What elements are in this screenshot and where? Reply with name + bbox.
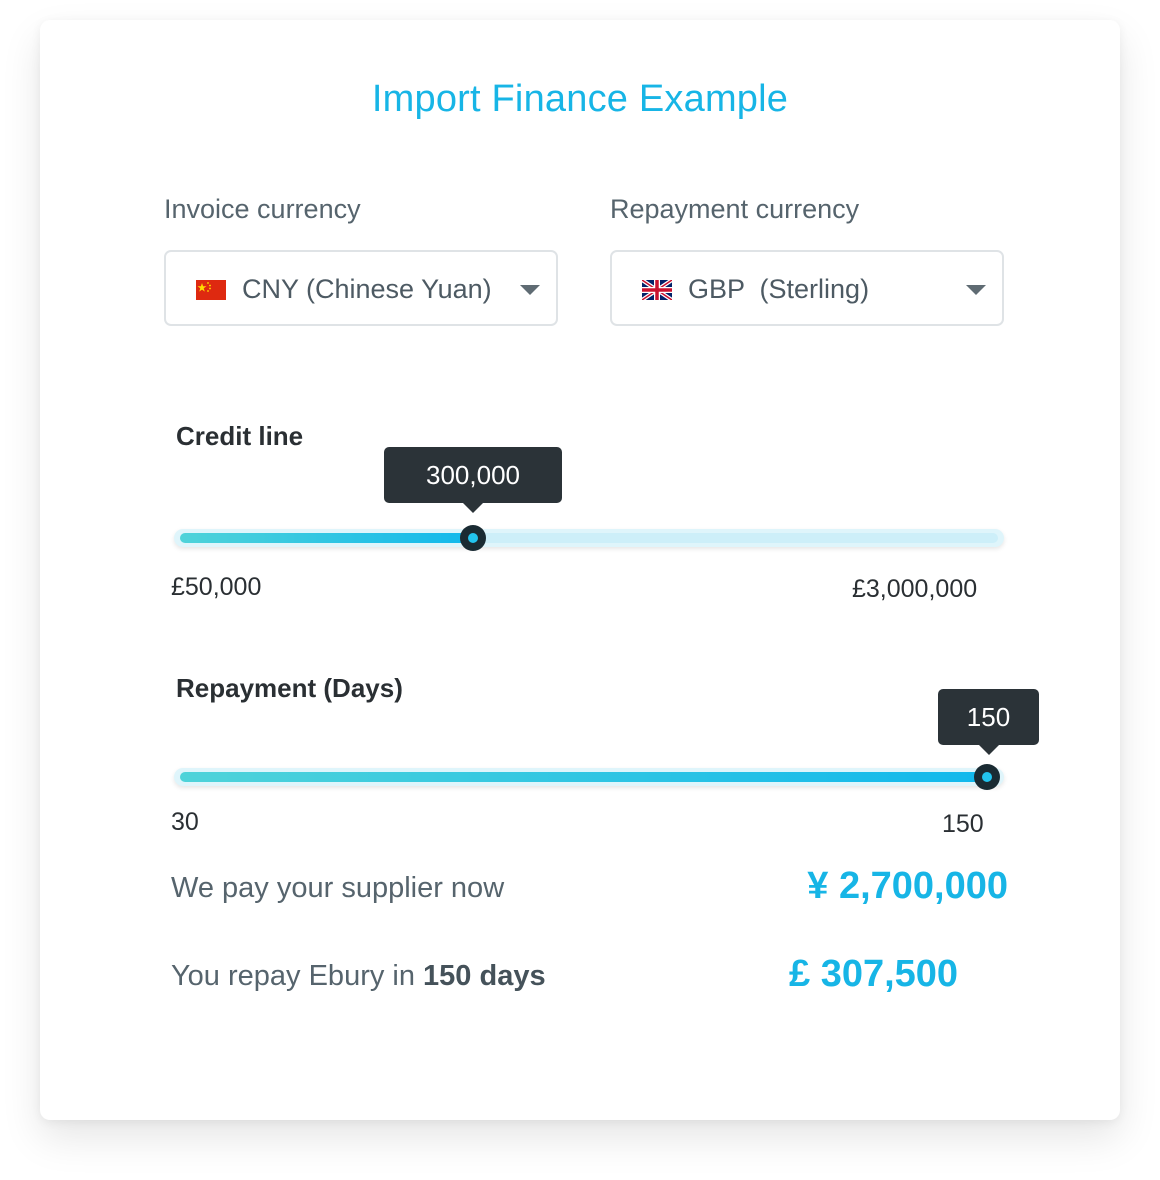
repay-label: You repay Ebury in 150 days: [171, 960, 546, 993]
repayment-days-slider-handle[interactable]: [974, 764, 1000, 790]
repay-amount: £ 307,500: [789, 953, 959, 995]
repay-label-prefix: You repay Ebury in: [171, 960, 424, 992]
invoice-currency-select[interactable]: CNY (Chinese Yuan): [164, 250, 558, 326]
repayment-currency-value: GBP (Sterling): [688, 274, 870, 304]
invoice-currency-label: Invoice currency: [164, 194, 361, 224]
repayment-currency-label: Repayment currency: [610, 194, 860, 224]
pay-supplier-label: We pay your supplier now: [171, 872, 505, 904]
credit-line-track[interactable]: [174, 529, 1004, 547]
china-flag-icon: [196, 280, 226, 300]
credit-line-fill: [180, 533, 478, 543]
uk-flag-icon: [640, 278, 674, 302]
credit-line-tooltip: 300,000: [384, 447, 562, 513]
page-title: Import Finance Example: [371, 78, 789, 120]
credit-line-label: Credit line: [176, 421, 304, 451]
chevron-down-icon: [520, 285, 540, 295]
repayment-days-tooltip: 150: [938, 689, 1039, 755]
repayment-days-min: 30: [171, 808, 199, 836]
repay-days-bold: 150 days: [423, 960, 546, 992]
repayment-days-fill: [180, 772, 988, 782]
repayment-days-label: Repayment (Days): [176, 673, 403, 703]
repayment-days-max: 150: [942, 810, 984, 838]
chevron-down-icon: [966, 285, 986, 295]
credit-line-slider-handle[interactable]: [460, 525, 486, 551]
credit-line-max: £3,000,000: [852, 575, 978, 603]
repayment-days-track[interactable]: [174, 768, 1004, 786]
credit-line-min: £50,000: [171, 573, 262, 601]
invoice-currency-value: CNY (Chinese Yuan): [242, 274, 492, 304]
pay-supplier-amount: ¥ 2,700,000: [807, 865, 1008, 907]
repayment-currency-select[interactable]: GBP (Sterling): [610, 250, 1004, 326]
